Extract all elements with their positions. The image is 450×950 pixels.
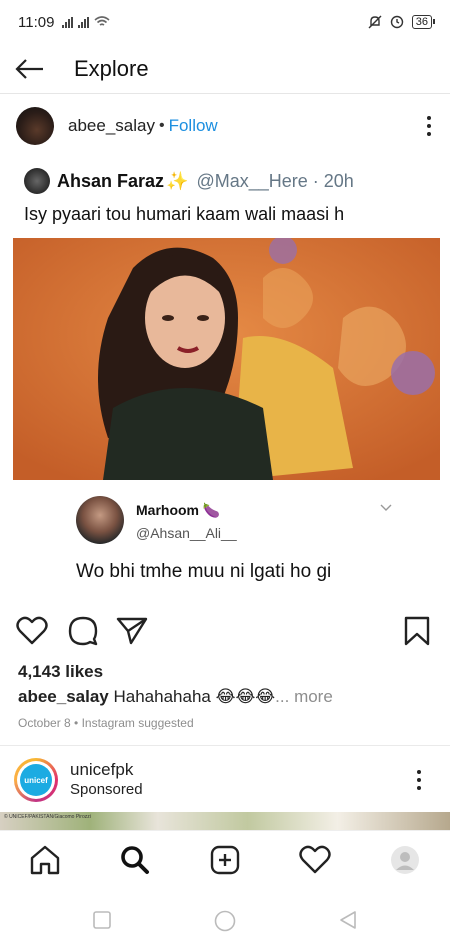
mute-bell-icon (368, 15, 382, 29)
recent-apps-icon[interactable] (92, 910, 112, 930)
signal-icon (78, 17, 90, 28)
image-credit: © UNICEF/PAKISTAN/Giacomo Pirozzi (4, 814, 91, 820)
wifi-icon (94, 16, 110, 26)
tweet-handle-time: @Max__Here · 20h (196, 170, 354, 191)
search-icon[interactable] (119, 845, 151, 875)
likes-count[interactable]: 4,143 likes (18, 662, 103, 682)
add-post-icon[interactable] (209, 845, 241, 875)
status-right: 36 (368, 15, 436, 29)
unicef-logo: unicef (20, 764, 52, 796)
tweet-author-name: Ahsan Faraz (57, 170, 165, 191)
more-options-icon[interactable] (414, 770, 424, 790)
battery-indicator: 36 (411, 15, 436, 29)
comment-icon[interactable] (68, 616, 98, 646)
eggplant-emoji-icon: 🍆 (202, 502, 221, 518)
separator-dot: • (158, 117, 165, 134)
sponsored-username[interactable]: unicefpk (70, 760, 133, 780)
caption-username[interactable]: abee_salay (18, 687, 109, 706)
status-time: 11:09 (18, 13, 55, 31)
tweet-photo (13, 238, 440, 480)
tweet-text: Isy pyaari tou humari kaam wali maasi h (24, 204, 345, 224)
home-button-icon[interactable] (214, 910, 236, 932)
caption-more-link[interactable]: ... more (275, 687, 333, 706)
tweet-author-avatar (24, 168, 50, 194)
post-image[interactable]: Ahsan Faraz ✨ @Max__Here · 20h Isy pyaar… (0, 156, 450, 604)
heart-icon[interactable] (16, 616, 48, 646)
post-username[interactable]: abee_salay (68, 116, 155, 136)
post-header: abee_salay • Follow (0, 100, 450, 152)
avatar[interactable]: unicef (14, 758, 58, 802)
share-icon[interactable] (116, 616, 148, 646)
more-options-icon[interactable] (424, 116, 434, 136)
tweet-author-line: Ahsan Faraz ✨ @Max__Here · 20h (24, 168, 354, 194)
signal-icons (62, 16, 110, 28)
back-arrow-icon[interactable] (0, 44, 60, 94)
follow-button[interactable]: Follow (169, 116, 218, 136)
chevron-down-icon (380, 504, 392, 511)
reply-name: Marhoom 🍆 (136, 502, 221, 518)
reply-text: Wo bhi tmhe muu ni lgati ho gi (76, 561, 332, 582)
reply-avatar (76, 496, 124, 544)
home-icon[interactable] (29, 845, 61, 875)
divider (0, 745, 450, 746)
avatar[interactable] (16, 107, 54, 145)
tweet-reply: Marhoom 🍆 @Ahsan__Ali__ (76, 496, 406, 556)
status-bar: 11:09 36 (0, 0, 450, 44)
sponsored-image[interactable]: © UNICEF/PAKISTAN/Giacomo Pirozzi (0, 812, 450, 830)
page-title: Explore (74, 55, 149, 81)
sparkles-icon: ✨ (166, 170, 189, 191)
signal-icon (62, 17, 74, 28)
explore-header: Explore (0, 44, 450, 94)
sponsored-label: Sponsored (70, 781, 143, 798)
alarm-icon (390, 15, 403, 29)
caption-text: Hahahahaha 😂😂😂 (113, 687, 276, 706)
post-actions (0, 612, 450, 652)
sponsored-post-header: unicef unicefpk Sponsored (0, 754, 450, 806)
reply-handle: @Ahsan__Ali__ (136, 525, 237, 541)
post-meta: October 8 • Instagram suggested (18, 716, 194, 730)
profile-icon[interactable] (389, 845, 421, 875)
post-caption: abee_salay Hahahahaha 😂😂😂... more (18, 687, 333, 707)
activity-heart-icon[interactable] (299, 845, 331, 875)
bookmark-icon[interactable] (404, 616, 430, 646)
back-triangle-icon[interactable] (338, 910, 358, 930)
android-navigation-bar (0, 890, 450, 950)
bottom-nav (0, 830, 450, 890)
